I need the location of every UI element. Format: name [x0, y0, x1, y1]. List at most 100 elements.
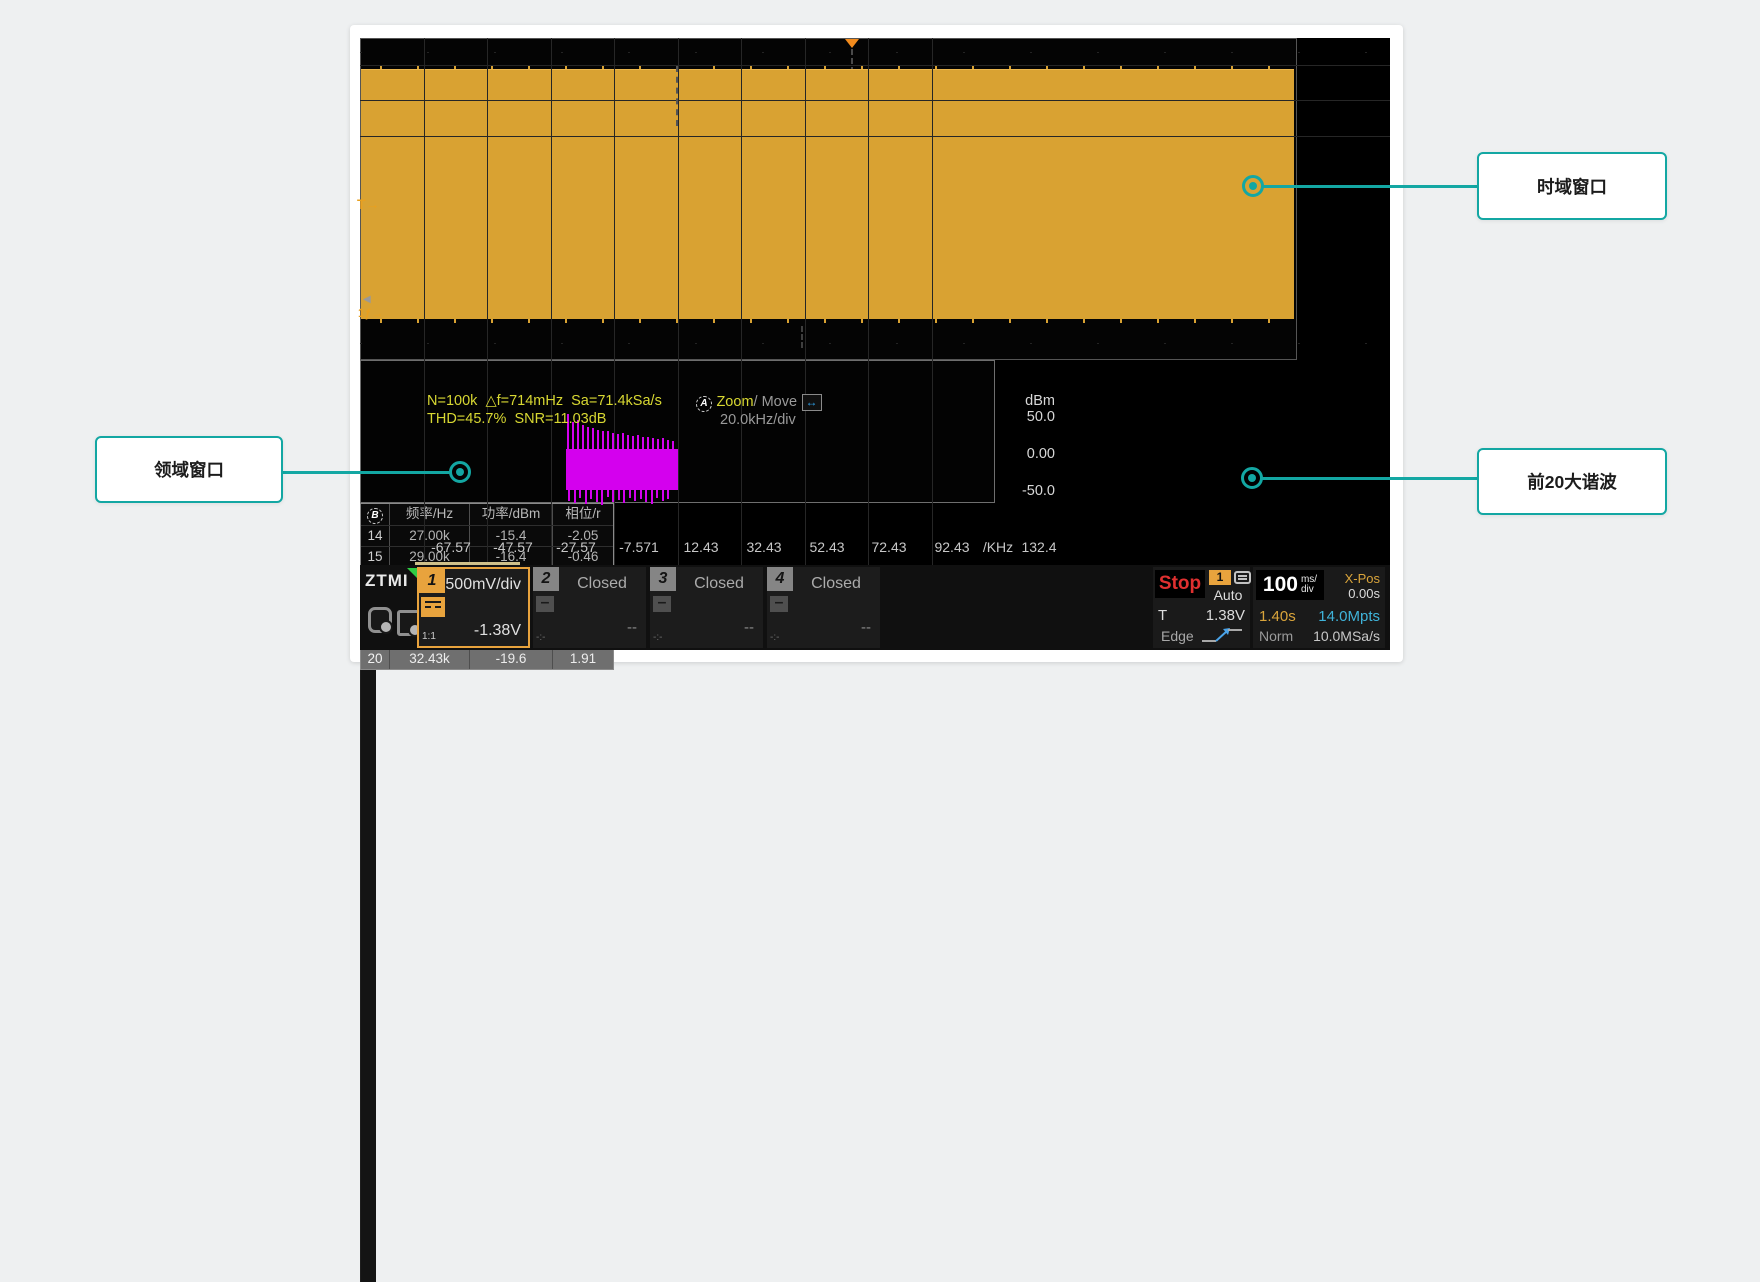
grid-dots — [360, 343, 1390, 344]
gridline-v — [805, 38, 806, 650]
gridline-v — [551, 38, 552, 650]
fft-tooth — [623, 490, 625, 503]
gridline-v — [487, 38, 488, 650]
fft-spike — [617, 434, 619, 449]
fft-info-line2: THD=45.7% SNR=11.03dB — [427, 411, 606, 427]
fft-tooth — [585, 490, 587, 504]
annotation-dot-harmonics — [1241, 467, 1263, 489]
fft-tooth — [667, 490, 669, 499]
channel3-tab[interactable]: 3 — [650, 567, 676, 591]
fft-tooth — [662, 490, 664, 501]
collapse-menu-icon[interactable]: ◀ — [363, 294, 371, 305]
trigger-panel[interactable]: Stop 1 Auto T 1.38V Edge — [1153, 567, 1250, 648]
channel4-panel[interactable]: 4Closed–-:--- — [767, 567, 880, 648]
fft-spike — [637, 435, 639, 449]
x-tick-label: 52.43 — [809, 539, 844, 555]
channel4-tab[interactable]: 4 — [767, 567, 793, 591]
trigger-position-icon[interactable] — [845, 39, 859, 48]
touch-icon[interactable] — [368, 607, 392, 633]
channel2-tab[interactable]: 2 — [533, 567, 559, 591]
fft-tooth — [568, 490, 570, 501]
y-tick-label: -50.0 — [960, 483, 1055, 499]
freq-per-div-label: 20.0kHz/div — [720, 412, 796, 428]
annotation-line-freq-window — [283, 471, 451, 474]
rising-edge-icon — [1199, 627, 1245, 645]
pan-horizontal-icon[interactable]: ↔ — [802, 394, 822, 411]
gridline-v — [424, 38, 425, 650]
annotation-line-harmonics — [1261, 477, 1477, 480]
fft-tooth — [618, 490, 620, 500]
x-tick-label: -7.571 — [619, 539, 659, 555]
trigger-mode-label[interactable]: Auto — [1205, 587, 1251, 603]
harmonics-cell-power: -19.6 — [469, 649, 552, 669]
zoom-mode-label[interactable]: Zoom — [716, 394, 753, 410]
fft-spike — [672, 441, 674, 449]
fft-spike — [602, 431, 604, 449]
trigger-level-value: 1.38V — [1206, 607, 1245, 624]
fft-spike — [612, 433, 614, 449]
x-tick-label: 72.43 — [871, 539, 906, 555]
timebase-panel[interactable]: 100 ms/div X-Pos 0.00s 1.40s 14.0Mpts No… — [1253, 567, 1385, 648]
fft-tooth — [645, 490, 647, 502]
fft-tooth — [590, 490, 592, 499]
ch1-ground-marker[interactable]: 1ƒ→ — [358, 306, 383, 320]
trigger-type-label[interactable]: Edge — [1161, 628, 1194, 644]
annotation-line-time-window — [1262, 185, 1477, 188]
fft-tooth — [601, 490, 603, 505]
timebase-scale: 100 — [1263, 573, 1298, 597]
channel1-panel[interactable]: 1 1:1 500mV/div -1.38V — [417, 567, 530, 648]
fft-tooth — [612, 490, 614, 502]
fft-tooth — [574, 490, 576, 503]
fft-tooth — [607, 490, 609, 497]
probe-ratio: -:- — [536, 632, 545, 643]
col-header-freq: 频率/Hz — [389, 504, 469, 525]
channel3-panel[interactable]: 3Closed–-:--- — [650, 567, 763, 648]
oscilloscope-screen: T→ 1ƒ→ N=100k △f=714mHz Sa=71.4kSa/s THD… — [360, 38, 1390, 650]
fft-spike — [642, 437, 644, 449]
dc-coupling-icon[interactable] — [421, 597, 445, 617]
fft-spike — [627, 435, 629, 449]
gridline-h — [360, 100, 1390, 101]
x-axis-end-value: 132.4 — [1021, 539, 1056, 555]
y-axis-unit: dBm — [960, 393, 1055, 409]
fft-mode-row: A Zoom/ Move ↔ — [696, 393, 822, 412]
gridline-h — [360, 136, 1390, 137]
sample-rate: 10.0MSa/s — [1313, 628, 1380, 644]
gridline-v — [932, 38, 933, 650]
fft-tooth — [579, 490, 581, 498]
harmonics-row[interactable]: 2032.43k-19.61.91 — [361, 648, 613, 669]
channel1-tab[interactable]: 1 — [419, 569, 445, 593]
channel-value: -- — [627, 619, 637, 636]
trigger-source-badge[interactable]: 1 — [1209, 570, 1231, 585]
y-tick-label: 0.00 — [960, 446, 1055, 462]
channel-status-label: Closed — [797, 575, 875, 593]
window-a-icon: A — [696, 396, 712, 412]
acquisition-state-button[interactable]: Stop — [1155, 570, 1205, 598]
brand-logo: ZTMI — [365, 571, 409, 591]
acquire-mode[interactable]: Norm — [1259, 628, 1293, 644]
window-b-icon: B — [361, 504, 389, 525]
x-axis-unit: /KHz — [983, 539, 1013, 555]
coupling-box: – — [536, 596, 554, 612]
col-header-power: 功率/dBm — [469, 504, 552, 525]
fft-spike — [667, 440, 669, 449]
timebase-display[interactable]: 100 ms/div — [1256, 570, 1324, 600]
record-points: 14.0Mpts — [1318, 608, 1380, 625]
probe-ratio: -:- — [653, 632, 662, 643]
harmonics-cell-freq: 32.43k — [389, 649, 469, 669]
move-mode-label[interactable]: / Move — [754, 394, 798, 410]
coupling-box: – — [653, 596, 671, 612]
fft-spike — [607, 431, 609, 449]
trigger-level-marker[interactable]: T→ — [357, 196, 380, 212]
gridline-v — [614, 38, 615, 650]
fft-tooth — [629, 490, 631, 498]
x-tick-label: -47.57 — [493, 539, 533, 555]
x-tick-label: -67.57 — [431, 539, 471, 555]
harmonics-cell-idx: 15 — [361, 547, 389, 567]
xpos-value: 0.00s — [1348, 586, 1380, 601]
fft-spike — [662, 438, 664, 449]
fft-tooth — [634, 490, 636, 501]
channel2-panel[interactable]: 2Closed–-:--- — [533, 567, 646, 648]
bottom-center-ticks — [801, 326, 803, 348]
fft-tooth — [656, 490, 658, 498]
